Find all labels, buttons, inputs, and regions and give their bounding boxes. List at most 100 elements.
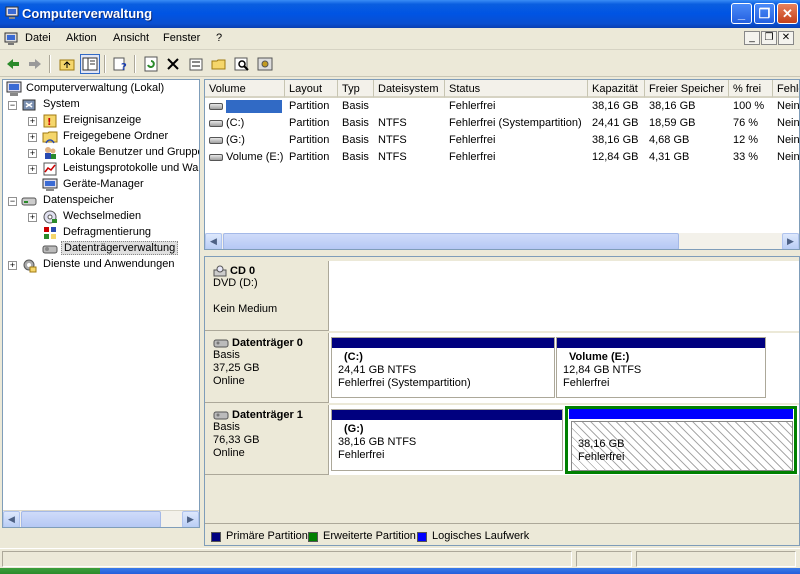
- tree-horizontal-scrollbar[interactable]: ◀ ▶: [3, 510, 199, 527]
- tree-node-freigegebene-ordner[interactable]: + Freigegebene Ordner: [5, 129, 199, 145]
- tree-node-geraete-manager[interactable]: Geräte-Manager: [5, 177, 199, 193]
- col-prozent-frei[interactable]: % frei: [729, 80, 773, 98]
- disk-name: Datenträger 1: [232, 409, 303, 421]
- scroll-thumb[interactable]: [21, 511, 161, 527]
- menu-help[interactable]: ?: [216, 32, 222, 44]
- tree-expand-leistungsprotokolle[interactable]: +: [28, 165, 37, 174]
- tree-node-system[interactable]: − System: [5, 97, 199, 113]
- tree-node-datenspeicher[interactable]: − Datenspeicher: [5, 193, 199, 209]
- mdi-restore-button[interactable]: ❐: [761, 31, 777, 45]
- disk-size: 76,33 GB: [213, 434, 260, 446]
- title-bar: Computerverwaltung _ ❐ ✕: [0, 0, 800, 28]
- tree-expand-lokale-benutzer[interactable]: +: [28, 149, 37, 158]
- menu-fenster[interactable]: Fenster: [163, 32, 200, 44]
- up-folder-icon[interactable]: [57, 54, 77, 74]
- scroll-thumb[interactable]: [223, 233, 679, 249]
- tree-expand-wechselmedien[interactable]: +: [28, 213, 37, 222]
- search-icon[interactable]: [232, 54, 252, 74]
- col-fehlertoleranz[interactable]: Fehlertoleranz: [773, 80, 799, 98]
- menu-ansicht[interactable]: Ansicht: [113, 32, 149, 44]
- back-arrow-icon[interactable]: [3, 54, 23, 74]
- mdi-minimize-button[interactable]: _: [744, 31, 760, 45]
- col-layout[interactable]: Layout: [285, 80, 338, 98]
- disk-info-disk1[interactable]: Datenträger 1 Basis 76,33 GB Online: [205, 405, 329, 475]
- partition-size: 38,16 GB: [578, 438, 625, 450]
- cell-fehlertoleranz: Nein: [777, 100, 800, 112]
- tree-collapse-datenspeicher[interactable]: −: [8, 197, 17, 206]
- show-hide-tree-icon[interactable]: [80, 54, 100, 74]
- cell-typ: Basis: [342, 117, 369, 129]
- close-button[interactable]: ✕: [777, 3, 798, 24]
- col-kapazitaet[interactable]: Kapazität: [588, 80, 645, 98]
- partition-c[interactable]: (C:) 24,41 GB NTFS Fehlerfrei (Systempar…: [331, 337, 555, 398]
- cell-fehlertoleranz: Nein: [777, 134, 800, 146]
- volume-list[interactable]: Volume Layout Typ Dateisystem Status Kap…: [204, 79, 800, 250]
- scroll-left-button[interactable]: ◀: [205, 233, 222, 249]
- extended-partition[interactable]: 38,16 GB Fehlerfrei: [565, 406, 797, 474]
- partition-status: Fehlerfrei: [563, 377, 610, 389]
- col-freier-speicher[interactable]: Freier Speicher: [645, 80, 729, 98]
- disk-graphical-view: CD 0 DVD (D:) Kein Medium Datenträger 0 …: [204, 256, 800, 546]
- col-volume[interactable]: Volume: [205, 80, 285, 98]
- properties-help-icon[interactable]: ?: [110, 54, 130, 74]
- restore-button[interactable]: ❐: [754, 3, 775, 24]
- computer-management-icon: [5, 6, 19, 19]
- system-tools-icon: [22, 99, 36, 111]
- mdi-close-button[interactable]: ✕: [778, 31, 794, 45]
- cell-dateisystem: [374, 98, 445, 115]
- tree-collapse-system[interactable]: −: [8, 101, 17, 110]
- tree-label-defragmentierung: Defragmentierung: [63, 226, 152, 238]
- settings-icon[interactable]: [255, 54, 275, 74]
- scroll-right-button[interactable]: ▶: [182, 511, 199, 527]
- tree-node-lokale-benutzer[interactable]: + Lokale Benutzer und Gruppen: [5, 145, 199, 161]
- mmc-document-icon[interactable]: [4, 32, 18, 46]
- disk-row-disk1[interactable]: Datenträger 1 Basis 76,33 GB Online (G:)…: [205, 405, 799, 475]
- col-dateisystem[interactable]: Dateisystem: [374, 80, 445, 98]
- minimize-button[interactable]: _: [731, 3, 752, 24]
- cell-status: Fehlerfrei: [449, 134, 496, 146]
- disk-info-disk0[interactable]: Datenträger 0 Basis 37,25 GB Online: [205, 333, 329, 403]
- logical-drive[interactable]: 38,16 GB Fehlerfrei: [569, 409, 793, 471]
- tree-expand-ereignisanzeige[interactable]: +: [28, 117, 37, 126]
- properties-icon[interactable]: [186, 54, 206, 74]
- computer-management-icon: [6, 81, 22, 96]
- disk-row-cd0[interactable]: CD 0 DVD (D:) Kein Medium: [205, 261, 799, 331]
- scroll-left-button[interactable]: ◀: [3, 511, 20, 527]
- open-folder-icon[interactable]: [209, 54, 229, 74]
- col-status[interactable]: Status: [445, 80, 588, 98]
- console-tree[interactable]: Computerverwaltung (Lokal) − System + ! …: [2, 79, 200, 528]
- tree-node-wechselmedien[interactable]: + Wechselmedien: [5, 209, 199, 225]
- tree-node-datentraegerverwaltung[interactable]: Datenträgerverwaltung: [5, 241, 199, 257]
- partition-size: 24,41 GB NTFS: [338, 364, 417, 376]
- list-horizontal-scrollbar[interactable]: ◀ ▶: [205, 233, 799, 249]
- tree-node-leistungsprotokolle[interactable]: + Leistungsprotokolle und Warnungen: [5, 161, 199, 177]
- tree-label-root: Computerverwaltung (Lokal): [26, 82, 165, 94]
- tree-expand-dienste[interactable]: +: [8, 261, 17, 270]
- disk-info-cd0[interactable]: CD 0 DVD (D:) Kein Medium: [205, 261, 329, 331]
- menu-aktion[interactable]: Aktion: [66, 32, 97, 44]
- col-typ[interactable]: Typ: [338, 80, 374, 98]
- cell-dateisystem: NTFS: [378, 151, 407, 163]
- scroll-right-button[interactable]: ▶: [782, 233, 799, 249]
- delete-icon[interactable]: [163, 54, 183, 74]
- tree-expand-freigegebene-ordner[interactable]: +: [28, 133, 37, 142]
- window-title: Computerverwaltung: [22, 6, 153, 21]
- forward-arrow-icon[interactable]: [25, 54, 45, 74]
- taskbar: [0, 568, 800, 574]
- cell-layout: Partition: [289, 117, 330, 129]
- partition-e[interactable]: Volume (E:) 12,84 GB NTFS Fehlerfrei: [556, 337, 766, 398]
- tree-node-defragmentierung[interactable]: Defragmentierung: [5, 225, 199, 241]
- volume-name: (C:): [226, 117, 245, 129]
- menu-datei[interactable]: Datei: [25, 32, 51, 44]
- tree-node-root[interactable]: Computerverwaltung (Lokal): [5, 81, 199, 97]
- shared-folder-icon: [42, 131, 58, 144]
- tree-node-dienste[interactable]: + Dienste und Anwendungen: [5, 257, 199, 273]
- disk-row-disk0[interactable]: Datenträger 0 Basis 37,25 GB Online (C:)…: [205, 333, 799, 403]
- start-button[interactable]: [0, 568, 100, 574]
- status-bar: [0, 548, 800, 568]
- refresh-icon[interactable]: [141, 54, 161, 74]
- tree-node-ereignisanzeige[interactable]: + ! Ereignisanzeige: [5, 113, 199, 129]
- legend-label-primary: Primäre Partition: [226, 530, 308, 542]
- partition-g[interactable]: (G:) 38,16 GB NTFS Fehlerfrei: [331, 409, 563, 471]
- volume-disk-icon: [209, 136, 223, 144]
